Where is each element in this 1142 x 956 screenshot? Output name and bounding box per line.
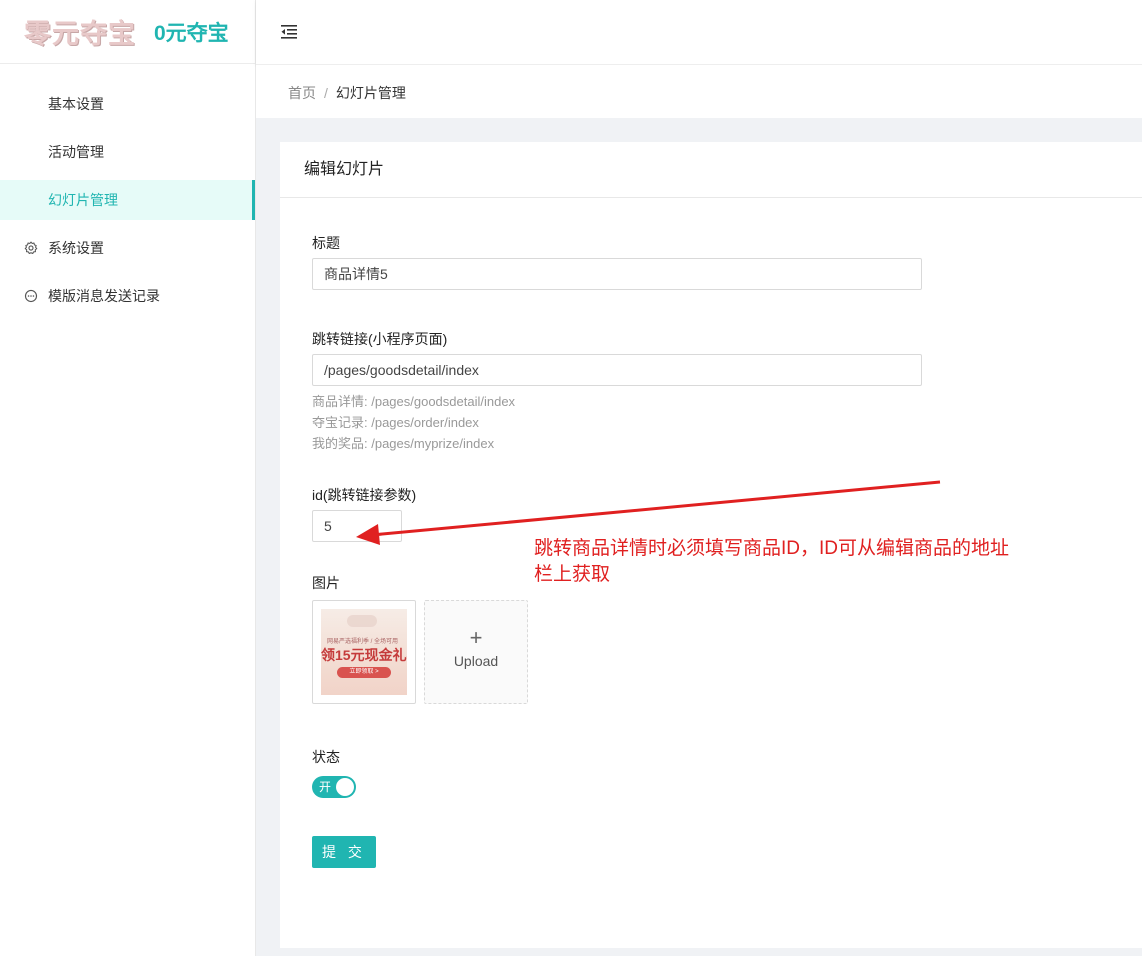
annotation-arrow — [356, 480, 941, 545]
annotation-text: 跳转商品详情时必须填写商品ID，ID可从编辑商品的地址栏上获取 — [534, 538, 1010, 585]
